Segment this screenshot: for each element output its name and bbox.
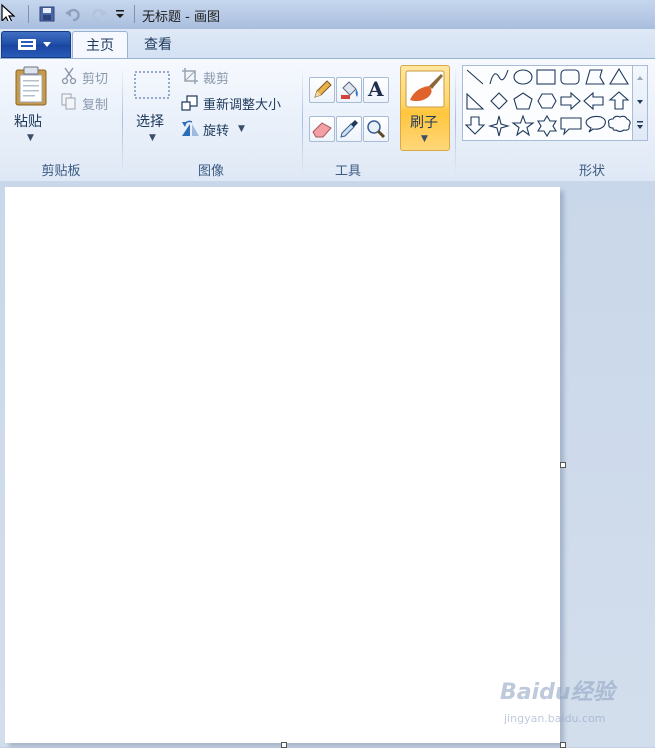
group-separator xyxy=(302,67,303,175)
ribbon: 粘贴 ▼ 剪切 复制 剪贴板 选择 ▼ 裁剪 重新调整大小 旋转 ▼ 图像 A … xyxy=(0,58,655,182)
rectangle-shape-icon xyxy=(536,69,556,85)
scissors-icon xyxy=(61,67,77,85)
shapes-group-label: 形状 xyxy=(578,164,605,179)
qa-separator xyxy=(28,5,29,23)
ribbon-tab-row: 主页 查看 xyxy=(0,29,655,60)
watermark-url: jingyan.baidu.com xyxy=(504,712,606,725)
save-icon[interactable] xyxy=(38,5,56,23)
cloud-callout-shape-icon xyxy=(607,115,631,133)
tools-group-label: 工具 xyxy=(334,164,361,179)
diamond-shape-icon xyxy=(490,92,508,110)
redo-icon[interactable] xyxy=(90,5,108,23)
text-icon: A xyxy=(368,77,384,101)
cut-label: 剪切 xyxy=(82,72,109,87)
copy-label: 复制 xyxy=(82,98,109,113)
fill-icon xyxy=(341,81,358,99)
crop-icon xyxy=(182,68,198,84)
title-bar: 无标题 - 画图 xyxy=(0,0,655,30)
color-picker-icon xyxy=(340,120,358,138)
undo-icon[interactable] xyxy=(64,5,82,23)
pentagon-shape-icon xyxy=(513,92,533,110)
tab-view[interactable]: 查看 xyxy=(132,31,184,59)
eraser-button[interactable] xyxy=(309,116,335,142)
resize-icon xyxy=(181,95,198,111)
color-picker-button[interactable] xyxy=(336,116,362,142)
four-point-star-shape-icon xyxy=(487,115,511,137)
brush-icon xyxy=(405,70,445,108)
shapes-gallery xyxy=(462,65,634,141)
rotate-icon xyxy=(182,120,199,136)
copy-icon xyxy=(61,93,76,110)
pencil-button[interactable] xyxy=(309,77,335,103)
up-arrow-shape-icon xyxy=(608,91,630,110)
tab-home[interactable]: 主页 xyxy=(72,31,128,60)
rounded-rectangle-shape-icon xyxy=(560,69,580,85)
magnifier-icon xyxy=(367,120,386,139)
window-title: 无标题 - 画图 xyxy=(142,10,220,25)
shapes-gallery-scroller[interactable] xyxy=(632,65,648,141)
rotate-dropdown-arrow[interactable]: ▼ xyxy=(238,124,245,134)
curve-shape-icon xyxy=(489,69,509,85)
expand-gallery-icon xyxy=(637,125,643,129)
right-arrow-shape-icon xyxy=(560,91,581,111)
select-rectangle-icon xyxy=(134,71,170,99)
rotate-label: 旋转 xyxy=(203,124,230,139)
crop-label: 裁剪 xyxy=(203,72,230,87)
shapes-grid xyxy=(464,67,631,138)
watermark-brand: Baidu经验 xyxy=(500,680,615,705)
resize-handle-bottom[interactable] xyxy=(281,742,287,748)
eraser-icon xyxy=(312,122,332,138)
oval-callout-shape-icon xyxy=(585,115,606,133)
menu-icon xyxy=(18,39,51,50)
scroll-down-icon xyxy=(637,100,643,104)
rect-callout-shape-icon xyxy=(560,117,582,136)
work-area xyxy=(0,181,655,748)
brushes-button[interactable]: 刷子 ▼ xyxy=(400,65,450,151)
five-point-star-shape-icon xyxy=(511,114,535,137)
six-point-star-shape-icon xyxy=(537,114,557,138)
magnifier-button[interactable] xyxy=(363,116,389,142)
brushes-dropdown-arrow: ▼ xyxy=(421,134,428,144)
resize-label: 重新调整大小 xyxy=(203,98,282,113)
brushes-label: 刷子 xyxy=(410,115,438,131)
paint-menu-button[interactable] xyxy=(1,31,71,58)
paste-label: 粘贴 xyxy=(14,114,42,130)
gallery-arrows xyxy=(637,76,643,129)
line-shape-icon xyxy=(466,69,484,85)
fill-button[interactable] xyxy=(336,77,362,103)
pencil-icon xyxy=(314,80,332,98)
polygon-shape-icon xyxy=(585,69,605,85)
select-dropdown-arrow[interactable]: ▼ xyxy=(149,133,156,143)
oval-shape-icon xyxy=(513,69,533,85)
baidu-watermark: Baidu经验 jingyan.baidu.com xyxy=(500,674,650,734)
text-button[interactable]: A xyxy=(363,77,389,103)
paste-dropdown-arrow[interactable]: ▼ xyxy=(27,133,34,143)
qa-separator xyxy=(134,5,135,23)
group-separator xyxy=(455,67,456,175)
down-arrow-shape-icon xyxy=(464,116,486,135)
drawing-canvas[interactable] xyxy=(5,187,560,743)
resize-handle-right[interactable] xyxy=(560,462,566,468)
paint-app-icon[interactable] xyxy=(0,3,18,21)
left-arrow-shape-icon xyxy=(583,91,604,111)
select-label: 选择 xyxy=(136,114,164,130)
triangle-shape-icon xyxy=(609,67,629,85)
group-separator xyxy=(122,67,123,175)
clipboard-group-label: 剪贴板 xyxy=(41,164,81,179)
paste-icon xyxy=(15,66,47,106)
image-group-label: 图像 xyxy=(197,164,224,179)
hexagon-shape-icon xyxy=(537,93,557,109)
right-triangle-shape-icon xyxy=(466,92,485,110)
scroll-up-icon xyxy=(637,76,643,80)
resize-handle-corner[interactable] xyxy=(560,742,566,748)
customize-toolbar-icon[interactable] xyxy=(114,5,132,23)
